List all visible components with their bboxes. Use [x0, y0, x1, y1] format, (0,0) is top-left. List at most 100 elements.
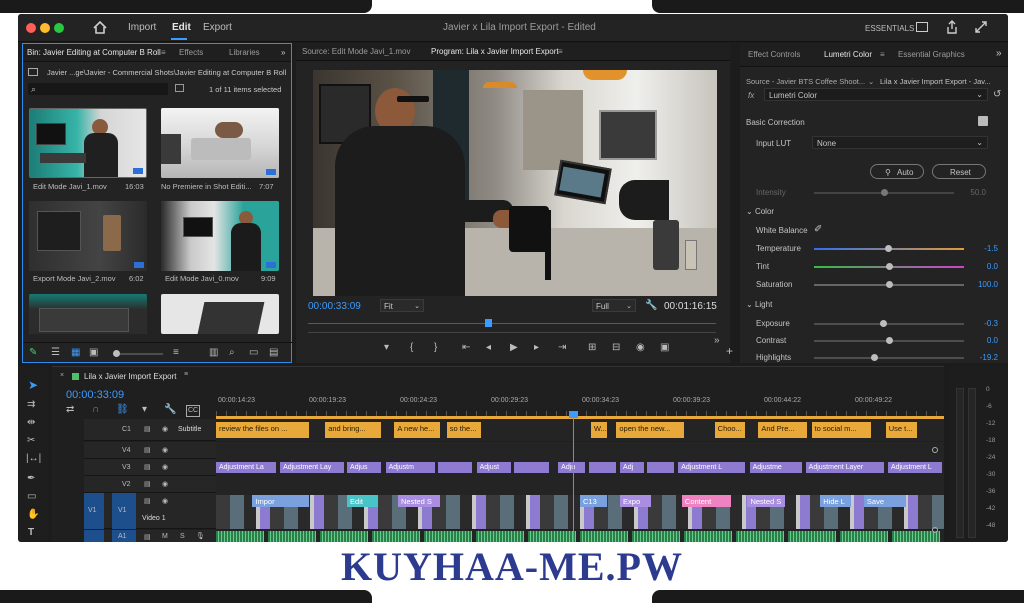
mark-out-icon[interactable]: } [434, 343, 437, 353]
fullscreen-icon[interactable] [975, 21, 987, 33]
source-patch-v1[interactable]: V1 [84, 493, 104, 529]
eye-icon[interactable]: ◉ [162, 480, 168, 488]
subtitle-clip[interactable]: Choo... [714, 422, 746, 438]
reset-button[interactable]: Reset [932, 164, 986, 179]
video-clip[interactable]: Edit [347, 495, 378, 507]
eye-icon[interactable]: ◉ [162, 497, 168, 505]
quality-select[interactable]: Full ⌄ [592, 299, 636, 312]
adjustment-layer-clip[interactable]: Adjustment Lay [280, 462, 344, 473]
subtitle-clip[interactable]: And Pre... [758, 422, 808, 438]
tab-bin[interactable]: Bin: Javier Editing at Computer B Roll [27, 48, 161, 57]
lock-icon[interactable]: ▤ [144, 533, 151, 541]
subtitle-clip[interactable]: and bring... [325, 422, 382, 438]
track-output-icon[interactable]: ▤ [144, 425, 151, 433]
basic-correction-checkbox[interactable] [978, 116, 988, 126]
video-clip[interactable]: Nested S [747, 495, 786, 507]
audio-clip[interactable] [528, 531, 576, 542]
tab-lumetri-color[interactable]: Lumetri Color [824, 50, 872, 59]
reset-effect-icon[interactable]: ↺ [993, 90, 1001, 100]
clip-thumbnail[interactable] [29, 108, 147, 178]
basic-correction-header[interactable]: Basic Correction [746, 118, 805, 127]
temperature-slider[interactable] [814, 245, 964, 252]
program-video-frame[interactable] [313, 70, 717, 296]
new-bin-icon[interactable] [175, 84, 184, 92]
rectangle-tool-icon[interactable]: ▭ [27, 492, 36, 502]
exposure-value[interactable]: -0.3 [972, 319, 998, 328]
tab-source[interactable]: Source: Edit Mode Javi_1.mov [302, 47, 411, 56]
video-clip[interactable]: Hide L [820, 495, 851, 507]
video-clip[interactable]: C13 [580, 495, 608, 507]
tint-slider[interactable] [814, 263, 964, 270]
snap-icon[interactable]: ∩ [92, 405, 99, 415]
timeline-timecode[interactable]: 00:00:33:09 [66, 389, 124, 401]
add-marker-icon[interactable]: ▾ [142, 405, 147, 415]
temperature-value[interactable]: -1.5 [972, 244, 998, 253]
clip-thumbnail[interactable] [161, 108, 279, 178]
subtitle-clip[interactable]: W... [590, 422, 608, 438]
tab-program[interactable]: Program: Lila x Javier Import Export [431, 47, 559, 56]
menu-export[interactable]: Export [203, 22, 232, 33]
audio-clip[interactable] [424, 531, 472, 542]
microphone-icon[interactable]: 🎙 [196, 532, 205, 540]
ripple-edit-icon[interactable]: ⇹ [27, 418, 35, 428]
audio-clip[interactable] [216, 531, 264, 542]
input-lut-select[interactable]: None ⌄ [812, 136, 988, 149]
solo-button[interactable]: S [180, 533, 185, 540]
tab-libraries[interactable]: Libraries [229, 48, 260, 57]
subtitle-clip[interactable]: so the... [446, 422, 482, 438]
more-controls-icon[interactable]: » [714, 336, 720, 346]
subtitle-clip[interactable]: A new he... [394, 422, 440, 438]
workspaces-icon[interactable] [916, 22, 928, 32]
audio-clip[interactable] [476, 531, 524, 542]
timeline-tab[interactable]: Lila x Javier Import Export [84, 372, 176, 381]
timeline-settings-icon[interactable]: 🔧 [164, 405, 176, 415]
adjustment-layer-clip[interactable] [514, 462, 549, 473]
scroll-handle[interactable] [932, 447, 938, 453]
pencil-icon[interactable]: ✎ [29, 348, 37, 358]
timeline-playhead[interactable] [568, 411, 578, 542]
adjustment-layer-clip[interactable]: Adjustment L [678, 462, 746, 473]
lift-icon[interactable]: ⊞ [588, 343, 596, 353]
audio-clip[interactable] [320, 531, 368, 542]
audio-clip[interactable] [268, 531, 316, 542]
extract-icon[interactable]: ⊟ [612, 343, 620, 353]
audio-clip[interactable] [840, 531, 888, 542]
comparison-view-icon[interactable]: ▣ [660, 343, 669, 353]
effect-select[interactable]: Lumetri Color ⌄ [764, 88, 988, 101]
audio-clip[interactable] [788, 531, 836, 542]
lock-icon[interactable]: ▤ [144, 480, 151, 488]
add-button-icon[interactable]: + [726, 345, 733, 357]
sequence-label[interactable]: Lila x Javier Import Export - Jav... [880, 77, 991, 86]
clip-thumbnail[interactable] [161, 201, 279, 271]
lock-icon[interactable]: ▤ [144, 463, 151, 471]
new-item-icon[interactable]: ▤ [269, 348, 278, 358]
type-tool-icon[interactable]: T [28, 528, 34, 538]
linked-selection-icon[interactable]: ⛓ [116, 405, 129, 415]
export-frame-icon[interactable]: ◉ [636, 343, 645, 353]
highlights-slider[interactable] [814, 354, 964, 361]
mark-in-icon[interactable]: { [410, 343, 413, 353]
scroll-handle[interactable] [932, 527, 938, 533]
pen-tool-icon[interactable]: ✒ [27, 474, 35, 484]
mute-button[interactable]: M [162, 533, 168, 540]
eye-icon[interactable]: ◉ [162, 463, 168, 471]
freeform-view-icon[interactable]: ▣ [89, 348, 98, 358]
more-panels-icon[interactable]: » [996, 48, 1002, 59]
hand-tool-icon[interactable]: ✋ [27, 510, 39, 520]
razor-icon[interactable]: ✂ [27, 436, 35, 446]
intensity-slider[interactable] [814, 189, 954, 196]
eye-icon[interactable]: ◉ [162, 446, 168, 454]
tab-effects[interactable]: Effects [179, 48, 203, 57]
adjustment-layer-clip[interactable]: Adju [558, 462, 586, 473]
adjustment-layer-clip[interactable]: Adj [620, 462, 644, 473]
menu-icon[interactable]: ≡ [880, 50, 885, 59]
track-target-v1[interactable]: V1 [112, 493, 136, 529]
zoom-slider[interactable] [113, 350, 163, 357]
icon-view-icon[interactable]: ▦ [71, 348, 80, 358]
go-to-out-icon[interactable]: ⇥ [558, 343, 566, 353]
audio-clip[interactable] [736, 531, 784, 542]
wrench-icon[interactable]: 🔧 [645, 301, 657, 311]
new-bin-folder-icon[interactable]: ▭ [249, 348, 258, 358]
tab-essential-graphics[interactable]: Essential Graphics [898, 50, 965, 59]
auto-button[interactable]: ⚲ Auto [870, 164, 924, 179]
